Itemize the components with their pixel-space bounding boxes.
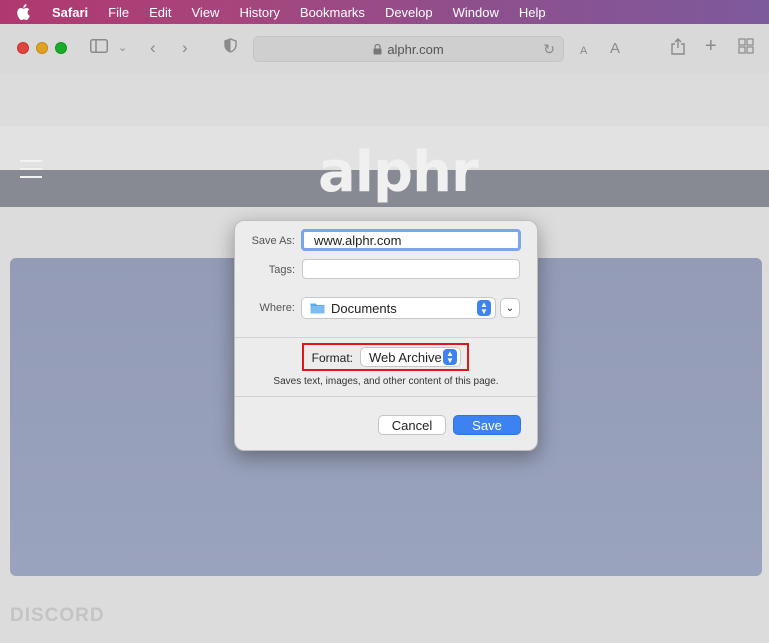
- divider: [235, 337, 537, 338]
- menu-help[interactable]: Help: [519, 5, 546, 20]
- text-smaller-button[interactable]: A: [580, 41, 587, 61]
- format-description: Saves text, images, and other content of…: [273, 376, 499, 387]
- save-button[interactable]: Save: [453, 415, 521, 435]
- privacy-shield-icon[interactable]: [224, 38, 237, 58]
- save-as-value: www.alphr.com: [314, 232, 402, 248]
- share-icon[interactable]: [671, 38, 685, 60]
- menu-file[interactable]: File: [108, 5, 129, 20]
- chevron-down-icon[interactable]: ⌄: [118, 38, 127, 58]
- format-value: Web Archive: [369, 349, 442, 365]
- expand-dialog-button[interactable]: ⌄: [500, 298, 520, 318]
- where-stepper-icon: ▲ ▼: [477, 300, 491, 316]
- address-bar[interactable]: alphr.com ↻: [253, 36, 564, 62]
- forward-icon[interactable]: ›: [182, 38, 188, 58]
- tab-overview-icon[interactable]: [738, 38, 754, 59]
- discord-brand-text: DISCORD: [10, 605, 105, 626]
- new-tab-icon[interactable]: +: [705, 36, 717, 56]
- lock-icon: [373, 43, 382, 54]
- reload-icon[interactable]: ↻: [543, 41, 555, 58]
- tags-input[interactable]: [302, 259, 520, 279]
- format-label: Format:: [311, 351, 353, 365]
- site-logo[interactable]: alphr: [318, 140, 479, 205]
- minimize-window-button[interactable]: [36, 42, 48, 54]
- maximize-window-button[interactable]: [55, 42, 67, 54]
- close-window-button[interactable]: [17, 42, 29, 54]
- back-icon[interactable]: ‹: [150, 38, 156, 58]
- format-stepper-icon: ▲ ▼: [443, 349, 457, 365]
- save-dialog: Save As: www.alphr.com Tags: Where: Docu…: [234, 220, 538, 451]
- sidebar-icon[interactable]: [90, 38, 108, 58]
- hamburger-menu-icon[interactable]: [20, 160, 42, 178]
- tags-label: Tags:: [268, 264, 295, 276]
- browser-toolbar: ⌄ ‹ › alphr.com ↻ A A +: [0, 24, 769, 74]
- menu-safari[interactable]: Safari: [52, 5, 88, 20]
- text-larger-button[interactable]: A: [610, 39, 620, 59]
- menu-bookmarks[interactable]: Bookmarks: [300, 5, 365, 20]
- divider: [235, 396, 537, 397]
- menu-history[interactable]: History: [239, 5, 279, 20]
- menu-window[interactable]: Window: [453, 5, 499, 20]
- format-popup[interactable]: Web Archive ▲ ▼: [360, 347, 461, 367]
- cancel-button[interactable]: Cancel: [378, 415, 446, 435]
- menu-view[interactable]: View: [192, 5, 220, 20]
- folder-icon: [310, 303, 325, 314]
- save-as-input[interactable]: www.alphr.com: [301, 229, 521, 251]
- chevron-down-icon: ⌄: [505, 302, 515, 314]
- where-value: Documents: [331, 300, 397, 316]
- where-popup[interactable]: Documents ▲ ▼: [301, 297, 496, 319]
- menu-edit[interactable]: Edit: [149, 5, 171, 20]
- menu-develop[interactable]: Develop: [385, 5, 433, 20]
- save-as-label: Save As:: [251, 235, 295, 247]
- where-label: Where:: [259, 302, 295, 314]
- apple-icon[interactable]: [16, 4, 30, 20]
- menu-bar: Safari File Edit View History Bookmarks …: [0, 0, 769, 24]
- url-text: alphr.com: [387, 41, 444, 57]
